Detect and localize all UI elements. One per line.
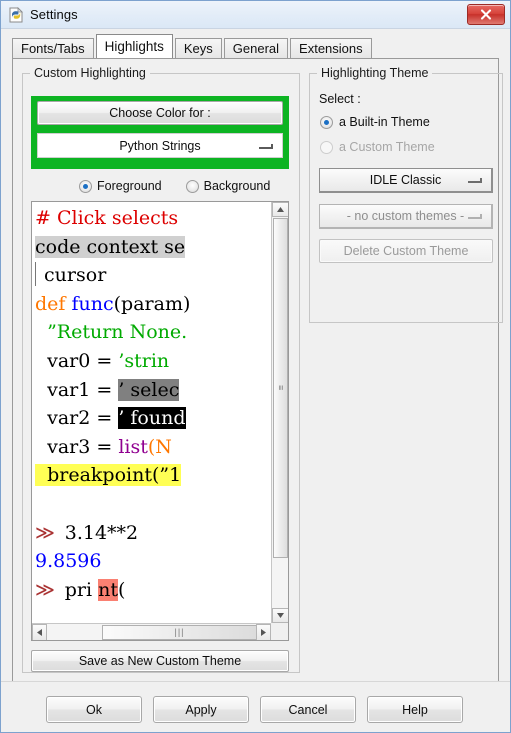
- preview-code-segment: nt: [98, 578, 118, 601]
- chevron-down-icon: [468, 178, 482, 183]
- preview-code-line: var1 = ’ selec: [35, 376, 271, 405]
- help-button[interactable]: Help: [367, 696, 463, 723]
- preview-code-line: var3 = list(N: [35, 433, 271, 462]
- builtin-theme-dropdown[interactable]: IDLE Classic: [319, 168, 493, 193]
- foreground-radio-label: Foreground: [97, 179, 162, 193]
- highlight-element-value: Python Strings: [119, 138, 201, 153]
- preview-code-line: def func(param): [35, 290, 271, 319]
- preview-code-line: ≫ 3.14**2: [35, 519, 271, 548]
- preview-code-segment: (param): [113, 292, 191, 315]
- text-caret-icon: [35, 262, 36, 287]
- dialog-client-area: Fonts/Tabs Highlights Keys General Exten…: [1, 28, 510, 732]
- preview-code-segment: ≫: [35, 521, 59, 544]
- preview-code-text[interactable]: # Click selects code context se cursor def…: [32, 202, 271, 623]
- tab-general[interactable]: General: [223, 38, 289, 58]
- scroll-right-arrow-icon[interactable]: [256, 624, 271, 640]
- ok-button[interactable]: Ok: [46, 696, 142, 723]
- preview-code-segment: def: [35, 292, 72, 315]
- preview-code-line: 9.8596: [35, 547, 271, 576]
- preview-code-line: var2 = ’ found: [35, 404, 271, 433]
- vertical-scroll-thumb[interactable]: ≡: [273, 218, 288, 558]
- foreground-radio[interactable]: [79, 179, 92, 193]
- preview-code-line: ≫ pri nt(: [35, 576, 271, 605]
- scroll-grip-icon: |||: [174, 627, 185, 637]
- preview-code-line: cursor: [35, 261, 271, 290]
- preview-code-segment: breakpoint(”1: [35, 464, 182, 487]
- highlighting-theme-group-label: Highlighting Theme: [317, 66, 433, 80]
- preview-horizontal-scrollbar[interactable]: |||: [32, 623, 271, 640]
- settings-window: Settings Fonts/Tabs Highlights Keys Gene…: [0, 0, 511, 733]
- apply-button[interactable]: Apply: [153, 696, 249, 723]
- background-radio[interactable]: [185, 179, 199, 193]
- preview-code-line: var0 = ’strin: [35, 347, 271, 376]
- highlighting-theme-group: Highlighting Theme Select : a Built-in T…: [309, 66, 503, 323]
- highlight-element-dropdown[interactable]: Python Strings: [37, 133, 283, 158]
- custom-highlighting-group: Custom Highlighting Choose Color for : P…: [22, 66, 300, 673]
- preview-code-segment: ’ selec: [118, 378, 180, 401]
- choose-color-button[interactable]: Choose Color for :: [37, 101, 283, 125]
- scroll-grip-icon: ≡: [276, 384, 286, 392]
- preview-vertical-scrollbar[interactable]: ≡: [271, 202, 288, 623]
- preview-code-segment: cursor: [38, 264, 107, 287]
- custom-theme-value: - no custom themes -: [346, 209, 465, 223]
- preview-code-segment: var2 =: [35, 407, 119, 430]
- tab-highlights[interactable]: Highlights: [95, 34, 173, 58]
- preview-code-segment: code context se: [35, 235, 186, 258]
- tab-strip: Fonts/Tabs Highlights Keys General Exten…: [12, 34, 499, 58]
- highlight-preview-pane[interactable]: # Click selects code context se cursor def…: [31, 201, 289, 641]
- preview-code-line: code context se: [35, 233, 271, 262]
- custom-theme-radio-row[interactable]: a Custom Theme: [320, 140, 435, 154]
- python-file-icon: [8, 6, 24, 23]
- builtin-theme-radio[interactable]: [320, 115, 333, 129]
- window-title: Settings: [30, 7, 78, 22]
- scrollbar-corner: [271, 623, 288, 640]
- save-as-new-custom-theme-button[interactable]: Save as New Custom Theme: [31, 650, 289, 672]
- custom-theme-label: a Custom Theme: [339, 140, 435, 154]
- custom-highlighting-group-label: Custom Highlighting: [30, 66, 150, 80]
- preview-code-segment: func: [71, 292, 114, 315]
- preview-code-line: breakpoint(”1: [35, 461, 271, 490]
- chevron-down-icon: [468, 214, 482, 219]
- delete-custom-theme-button[interactable]: Delete Custom Theme: [319, 239, 493, 263]
- preview-code-segment: list: [118, 435, 148, 458]
- builtin-theme-radio-row[interactable]: a Built-in Theme: [320, 115, 430, 129]
- builtin-theme-value: IDLE Classic: [369, 173, 442, 187]
- tab-extensions[interactable]: Extensions: [290, 38, 372, 58]
- fg-bg-radio-group: Foreground Background: [79, 179, 270, 193]
- preview-code-segment: (N: [147, 435, 172, 458]
- scroll-up-arrow-icon[interactable]: [272, 202, 288, 217]
- title-bar[interactable]: Settings: [1, 1, 510, 28]
- focus-highlight-frame: Choose Color for : Python Strings: [31, 96, 289, 169]
- scroll-down-arrow-icon[interactable]: [272, 608, 288, 623]
- preview-code-segment: 3.14**2: [58, 521, 139, 544]
- background-radio-label: Background: [203, 179, 271, 193]
- preview-code-line: ”Return None.: [35, 318, 271, 347]
- preview-code-segment: ≫: [35, 578, 59, 601]
- preview-code-segment: ”Return None.: [35, 321, 188, 344]
- preview-code-segment: var1 =: [35, 378, 119, 401]
- custom-theme-dropdown[interactable]: - no custom themes -: [319, 204, 493, 229]
- preview-code-segment: (: [117, 578, 126, 601]
- preview-code-segment: var3 =: [35, 435, 119, 458]
- custom-theme-radio[interactable]: [320, 140, 333, 154]
- select-label: Select :: [319, 92, 361, 106]
- horizontal-scroll-thumb[interactable]: |||: [102, 625, 257, 640]
- highlights-tab-panel: Custom Highlighting Choose Color for : P…: [12, 58, 503, 682]
- preview-code-segment: pri: [58, 578, 99, 601]
- close-button[interactable]: [467, 4, 505, 25]
- tab-keys[interactable]: Keys: [174, 38, 222, 58]
- preview-code-line: [35, 490, 271, 519]
- preview-code-segment: ’ found: [118, 407, 186, 430]
- preview-code-segment: var0 =: [35, 349, 119, 372]
- preview-code-segment: # Click selects: [35, 207, 179, 229]
- preview-code-segment: ’strin: [118, 349, 170, 372]
- builtin-theme-label: a Built-in Theme: [339, 115, 430, 129]
- tab-fonts-tabs[interactable]: Fonts/Tabs: [12, 38, 94, 58]
- chevron-down-icon: [259, 143, 273, 149]
- scroll-left-arrow-icon[interactable]: [32, 624, 47, 640]
- dialog-button-bar: Ok Apply Cancel Help: [1, 681, 510, 732]
- preview-code-segment: 9.8596: [35, 550, 102, 573]
- preview-code-line: # Click selects: [35, 204, 271, 233]
- cancel-button[interactable]: Cancel: [260, 696, 356, 723]
